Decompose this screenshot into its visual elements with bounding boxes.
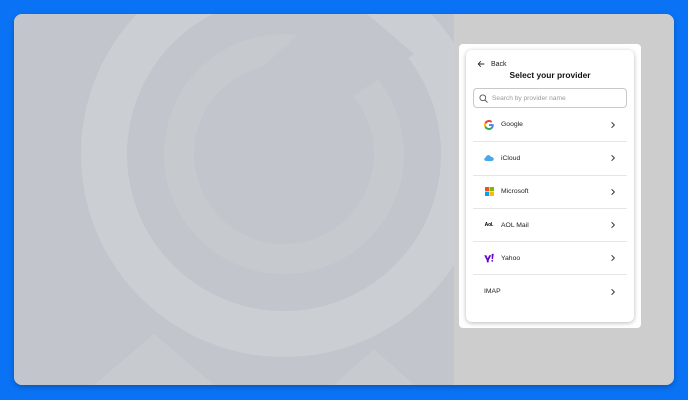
background-logo-pattern	[81, 14, 454, 385]
chevron-right-icon	[611, 222, 615, 228]
provider-item-yahoo[interactable]: Yahoo	[473, 241, 627, 274]
provider-label: Yahoo	[501, 254, 521, 262]
provider-label: Microsoft	[501, 188, 529, 196]
provider-label: AOL Mail	[501, 221, 529, 229]
microsoft-icon	[484, 187, 494, 197]
yahoo-icon	[484, 253, 494, 263]
provider-item-microsoft[interactable]: Microsoft	[473, 174, 627, 208]
provider-dialog: Back Select your provider Google	[466, 50, 634, 322]
chevron-right-icon	[611, 155, 615, 162]
provider-label: iCloud	[501, 154, 521, 162]
aol-logo-text: Aol.	[484, 222, 494, 229]
provider-item-aol[interactable]: Aol. AOL Mail	[473, 207, 627, 241]
back-label: Back	[491, 60, 507, 68]
provider-item-imap[interactable]: IMAP	[473, 274, 627, 307]
chevron-right-icon	[611, 255, 615, 262]
decorative-panel	[14, 14, 454, 385]
dialog-title: Select your provider	[509, 70, 591, 80]
icloud-icon	[484, 153, 494, 163]
provider-label: Google	[501, 121, 523, 129]
provider-item-icloud[interactable]: iCloud	[473, 141, 627, 174]
provider-list: Google iCloud Microsoft Aol. AOL Mail Ya…	[473, 108, 627, 308]
provider-item-google[interactable]: Google	[473, 108, 627, 141]
arrow-left-icon	[477, 61, 485, 67]
provider-label: IMAP	[484, 288, 501, 296]
chevron-right-icon	[611, 121, 615, 128]
search-icon	[479, 93, 488, 103]
chevron-right-icon	[611, 288, 615, 295]
search-box	[473, 88, 627, 108]
google-icon	[484, 119, 494, 130]
chevron-right-icon	[611, 188, 615, 195]
aol-icon: Aol.	[484, 220, 494, 230]
back-button[interactable]: Back	[477, 58, 507, 70]
search-input[interactable]	[492, 94, 622, 102]
